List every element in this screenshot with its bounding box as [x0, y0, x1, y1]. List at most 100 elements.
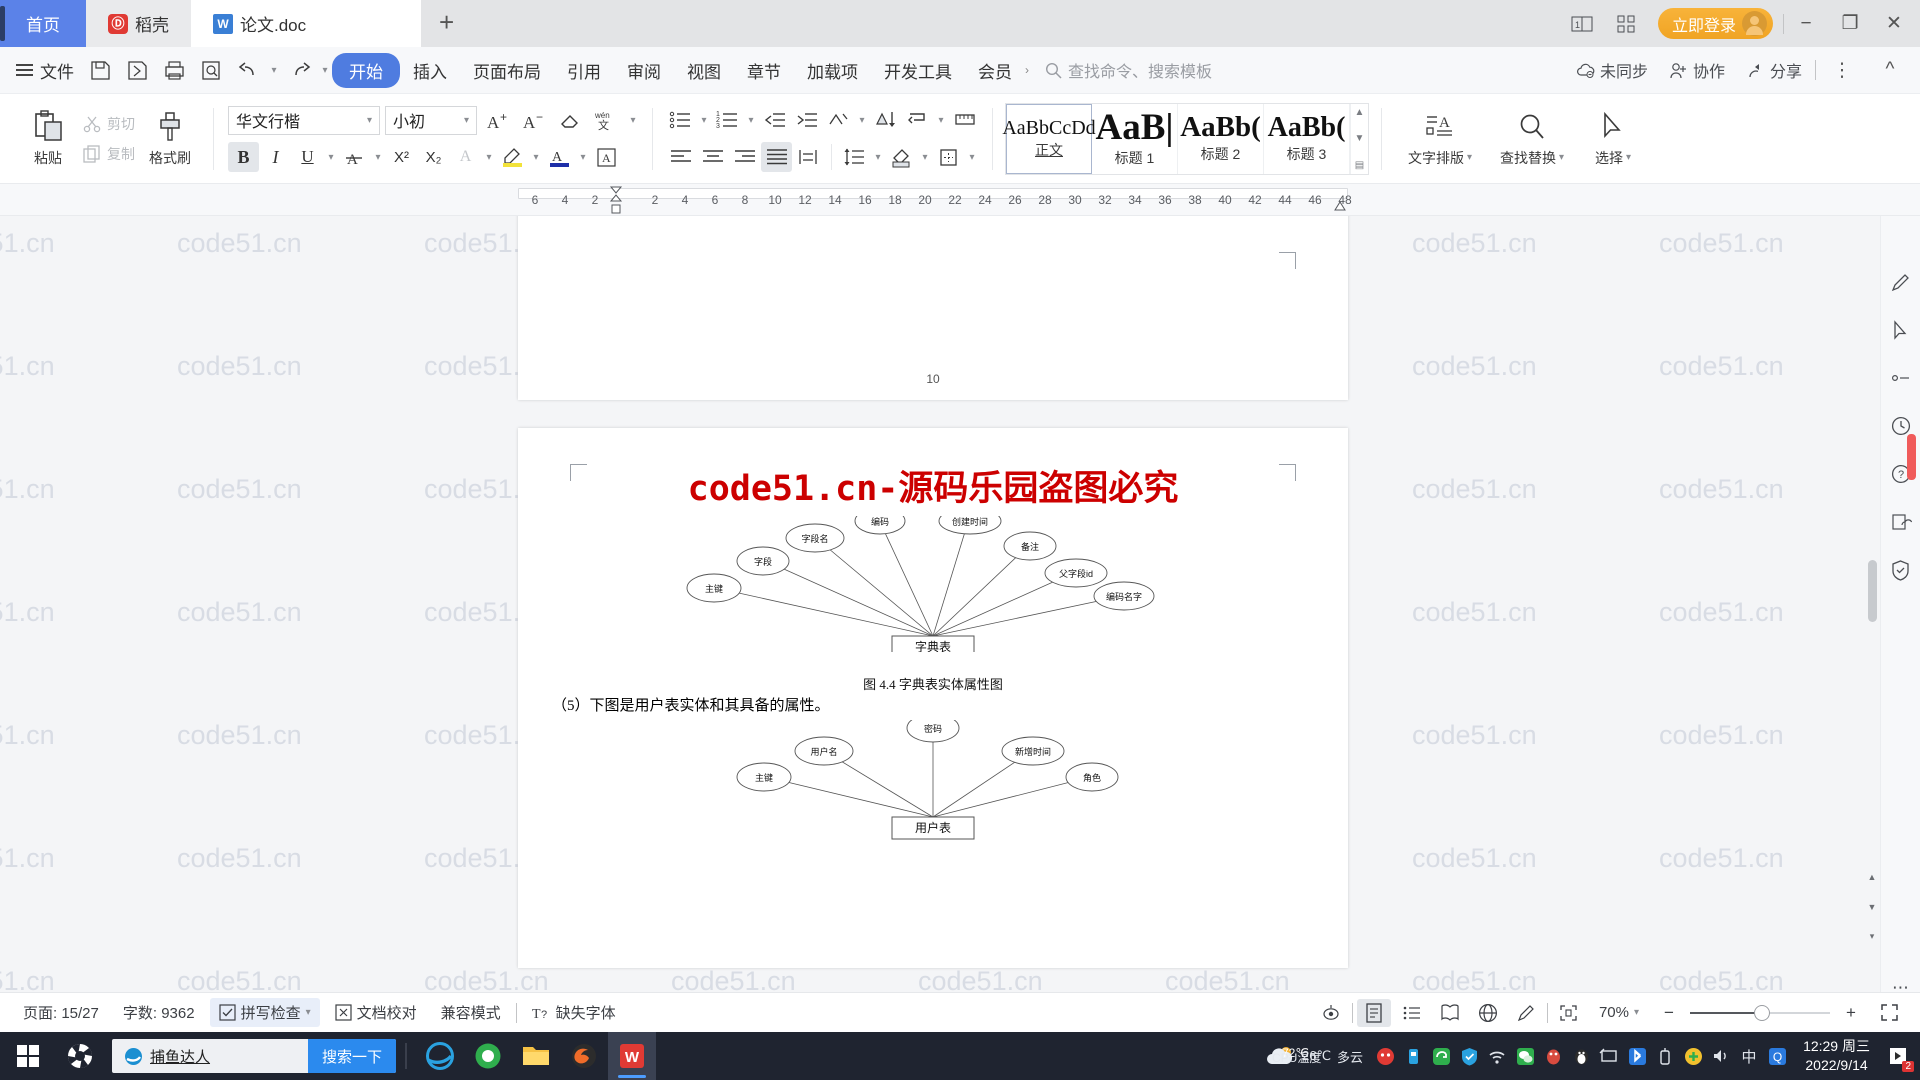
tab-home[interactable]: 首页: [0, 0, 86, 47]
zoom-slider[interactable]: [1690, 1004, 1830, 1021]
ime-indicator[interactable]: 中: [1735, 1032, 1763, 1080]
cut-button[interactable]: 剪切: [79, 112, 139, 136]
web-view-icon[interactable]: [1471, 999, 1505, 1027]
taskbar-search[interactable]: 捕鱼达人 搜索一下: [112, 1039, 397, 1073]
font-name-select[interactable]: 华文行楷 ▾: [228, 105, 380, 135]
typeset-button[interactable]: A 文字排版 ▾: [1394, 110, 1486, 168]
subscript-button[interactable]: X₂: [418, 142, 449, 172]
grid-settings-button[interactable]: [949, 105, 980, 135]
spellcheck-button[interactable]: 拼写检查 ▾: [209, 998, 320, 1027]
bullet-list-button[interactable]: [665, 105, 696, 135]
file-menu-button[interactable]: 文件: [12, 58, 82, 83]
select-cursor-icon[interactable]: [1887, 316, 1915, 344]
signature-pen-icon[interactable]: [1887, 268, 1915, 296]
login-button[interactable]: 立即登录: [1657, 8, 1773, 39]
numbered-list-dropdown-icon[interactable]: ▾: [744, 105, 758, 135]
borders-button[interactable]: [933, 142, 964, 172]
styles-more-icon[interactable]: ▤: [1355, 160, 1364, 171]
undo-icon[interactable]: [230, 52, 267, 89]
split-view-icon[interactable]: 1: [1560, 0, 1604, 47]
taskbar-clock[interactable]: 12:29 周三 2022/9/14: [1791, 1037, 1882, 1075]
text-effect-button[interactable]: A: [591, 142, 622, 172]
grow-font-button[interactable]: A +: [482, 105, 513, 135]
align-right-button[interactable]: [729, 142, 760, 172]
command-search[interactable]: 查找命令、搜索模板: [1045, 58, 1212, 82]
more-options-icon[interactable]: ⋮: [1820, 47, 1864, 94]
redo-icon[interactable]: [281, 52, 318, 89]
save-icon[interactable]: [82, 52, 119, 89]
wifi-icon[interactable]: [1483, 1032, 1511, 1080]
strikethrough-button[interactable]: A: [339, 142, 370, 172]
share-button[interactable]: 分享: [1738, 53, 1811, 87]
taskbar-search-button[interactable]: 搜索一下: [308, 1039, 397, 1073]
quick-access-dropdown-icon[interactable]: ▾: [318, 55, 332, 85]
scroll-down-icon[interactable]: ▼: [1355, 133, 1365, 144]
style-heading-3[interactable]: AaBb( 标题 3: [1264, 103, 1350, 174]
justify-button[interactable]: [761, 142, 792, 172]
pinyin-dropdown-icon[interactable]: ▾: [626, 105, 640, 135]
missing-font-button[interactable]: T? 缺失字体: [523, 998, 625, 1027]
ie-taskbar-icon[interactable]: [416, 1032, 464, 1080]
taskbar-search-input[interactable]: 捕鱼达人: [112, 1046, 308, 1067]
tab-chapter[interactable]: 章节: [734, 53, 794, 88]
highlight-dropdown-icon[interactable]: ▾: [529, 142, 543, 172]
borders-dropdown-icon[interactable]: ▾: [965, 142, 979, 172]
volume-icon[interactable]: [1707, 1032, 1735, 1080]
eye-icon[interactable]: [1314, 999, 1348, 1027]
undo-dropdown-icon[interactable]: ▾: [267, 55, 281, 85]
increase-indent-button[interactable]: [791, 105, 822, 135]
horizontal-ruler[interactable]: 6 4 2 2 4 6 8 10 12 14 16 18 20 22 24 26 28 30 32 34 36 38 40 4…: [0, 184, 1920, 216]
style-normal[interactable]: AaBbCcDd 正文: [1002, 103, 1096, 174]
sort-ascending-button[interactable]: [823, 105, 854, 135]
close-button[interactable]: ✕: [1872, 0, 1916, 47]
scroll-up-icon[interactable]: ▲: [1355, 107, 1365, 118]
line-spacing-dropdown-icon[interactable]: ▾: [871, 142, 885, 172]
page-indicator[interactable]: 页面: 15/27: [14, 998, 108, 1027]
firefox-icon[interactable]: [560, 1032, 608, 1080]
maximize-button[interactable]: ❐: [1828, 0, 1872, 47]
zoom-out-button[interactable]: −: [1652, 999, 1686, 1027]
superscript-button[interactable]: X²: [386, 142, 417, 172]
tab-insert[interactable]: 插入: [400, 53, 460, 88]
read-view-icon[interactable]: [1433, 999, 1467, 1027]
collapse-ribbon-icon[interactable]: ^: [1868, 47, 1912, 94]
format-painter-button[interactable]: 格式刷: [139, 110, 201, 168]
qq-browser-icon[interactable]: Q: [1763, 1032, 1791, 1080]
usb-device-icon[interactable]: [1399, 1032, 1427, 1080]
zoom-in-button[interactable]: +: [1834, 999, 1868, 1027]
wps-taskbar-icon[interactable]: W: [608, 1032, 657, 1080]
tabs-overflow-icon[interactable]: ›: [1025, 63, 1031, 77]
align-center-button[interactable]: [697, 142, 728, 172]
notification-center-button[interactable]: 2: [1882, 1032, 1916, 1080]
shading-button[interactable]: [886, 142, 917, 172]
fullscreen-icon[interactable]: [1872, 999, 1906, 1027]
collaborate-button[interactable]: 协作: [1661, 53, 1734, 87]
select-button[interactable]: 选择 ▾: [1578, 110, 1648, 168]
scroll-prev-page-icon[interactable]: ▲: [1866, 870, 1878, 883]
align-left-button[interactable]: [665, 142, 696, 172]
edit-pen-icon[interactable]: [1509, 999, 1543, 1027]
scroll-down-icon[interactable]: ▾: [1866, 930, 1878, 943]
decrease-indent-button[interactable]: [759, 105, 790, 135]
line-spacing-button[interactable]: [839, 142, 870, 172]
tab-start[interactable]: 开始: [332, 52, 400, 88]
find-replace-button[interactable]: 查找替换 ▾: [1486, 110, 1578, 168]
qq-penguin-icon[interactable]: [1539, 1032, 1567, 1080]
tencent-shield-icon[interactable]: [1455, 1032, 1483, 1080]
char-border-button[interactable]: A: [450, 142, 481, 172]
document-canvas[interactable]: code51.cn code51.cn code51.cn code51.cn code…: [0, 216, 1920, 1016]
minimize-button[interactable]: −: [1784, 0, 1828, 47]
file-explorer-icon[interactable]: [512, 1032, 560, 1080]
style-heading-1[interactable]: AaB| 标题 1: [1092, 103, 1178, 174]
bluetooth-icon[interactable]: [1623, 1032, 1651, 1080]
pinyin-guide-button[interactable]: wén 文: [590, 105, 621, 135]
penguin-icon[interactable]: [1567, 1032, 1595, 1080]
right-indent-marker-icon[interactable]: [1332, 198, 1348, 212]
font-color-dropdown-icon[interactable]: ▾: [576, 142, 590, 172]
paste-button[interactable]: 粘贴: [17, 110, 79, 168]
cloud-doc-icon[interactable]: [1887, 508, 1915, 536]
clear-format-button[interactable]: [554, 105, 585, 135]
network-monitor-icon[interactable]: [1595, 1032, 1623, 1080]
sync-app-icon[interactable]: [1427, 1032, 1455, 1080]
tab-member[interactable]: 会员: [965, 53, 1025, 88]
